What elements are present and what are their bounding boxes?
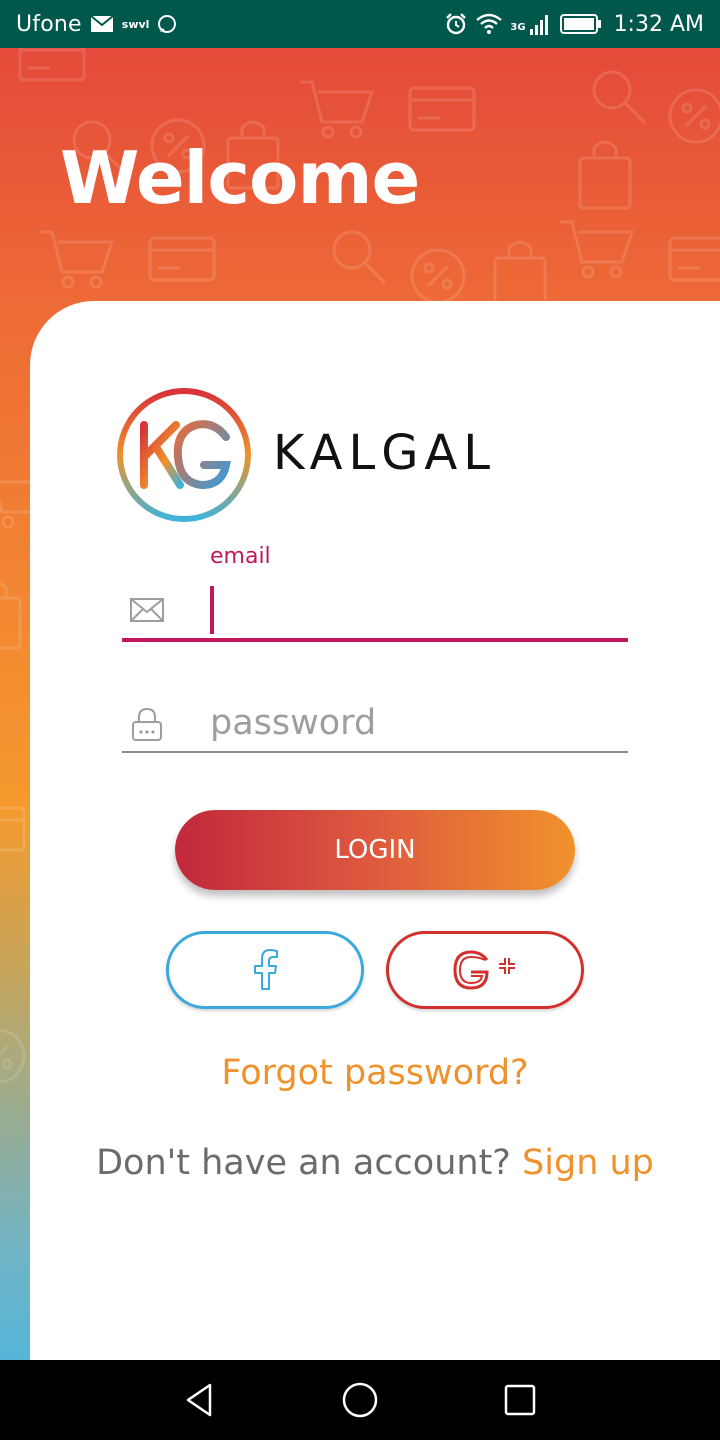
facebook-login-button[interactable] bbox=[166, 931, 364, 1009]
alarm-icon bbox=[446, 13, 467, 35]
forgot-password-link[interactable]: Forgot password? bbox=[0, 1053, 720, 1093]
home-icon[interactable] bbox=[340, 1380, 380, 1420]
email-underline bbox=[122, 638, 628, 642]
recent-apps-icon[interactable] bbox=[500, 1380, 540, 1420]
carrier-name: Ufone bbox=[16, 11, 82, 37]
password-field[interactable] bbox=[210, 698, 628, 748]
status-left: Ufone swvl bbox=[16, 12, 177, 37]
wifi-icon bbox=[476, 13, 503, 34]
status-bar: Ufone swvl 3G 1:32 AM bbox=[0, 0, 720, 48]
battery-icon bbox=[559, 14, 601, 34]
screen: Ufone swvl 3G 1:32 AM Welcome KALGAL ema… bbox=[0, 0, 720, 1440]
back-icon[interactable] bbox=[180, 1380, 220, 1420]
signup-prompt: Don't have an account? Sign up bbox=[0, 1143, 720, 1183]
kalgal-logo bbox=[117, 388, 251, 522]
google-plus-login-button[interactable] bbox=[386, 931, 584, 1009]
swvl-notification-icon: swvl bbox=[121, 17, 150, 31]
lock-icon bbox=[132, 707, 162, 741]
envelope-icon bbox=[130, 598, 164, 622]
text-cursor bbox=[210, 586, 214, 634]
sign-up-link[interactable]: Sign up bbox=[522, 1143, 654, 1183]
navigation-bar bbox=[0, 1360, 720, 1440]
facebook-icon bbox=[254, 949, 278, 990]
signal-icon bbox=[529, 15, 548, 35]
mail-notification-icon bbox=[90, 15, 114, 32]
clock: 1:32 AM bbox=[613, 11, 704, 37]
login-button[interactable]: LOGIN bbox=[175, 810, 575, 890]
brand-name: KALGAL bbox=[273, 425, 496, 481]
password-underline bbox=[122, 751, 628, 753]
network-type: 3G bbox=[510, 21, 526, 33]
welcome-heading: Welcome bbox=[60, 136, 420, 220]
imo-notification-icon bbox=[158, 15, 177, 33]
no-account-text: Don't have an account? bbox=[96, 1143, 511, 1183]
google-plus-icon bbox=[453, 950, 515, 990]
email-field[interactable] bbox=[210, 585, 628, 635]
status-right: 3G 1:32 AM bbox=[444, 12, 704, 37]
email-label: email bbox=[210, 544, 271, 569]
